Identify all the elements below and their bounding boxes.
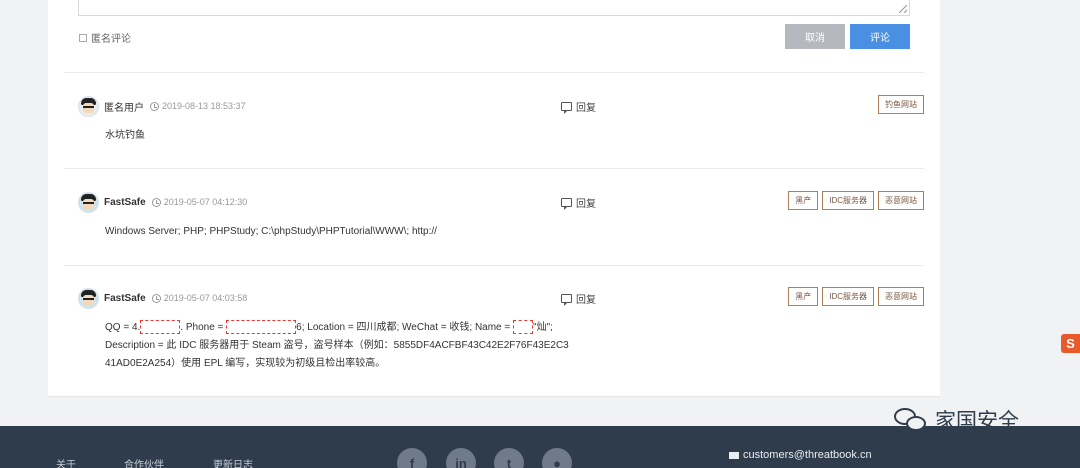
body-text: ; (550, 322, 553, 333)
contact-email[interactable]: customers@threatbook.cn (729, 449, 872, 461)
reply-button[interactable]: 回复 (561, 291, 596, 306)
footer-link-about[interactable]: 关于 (56, 456, 76, 468)
footer-link-changelog[interactable]: 更新日志 (213, 456, 253, 468)
wechat-logo-icon (893, 406, 929, 434)
submit-comment-button[interactable]: 评论 (850, 24, 910, 49)
anonymous-label: 匿名评论 (91, 34, 131, 45)
body-text: 41AD0E2A254）使用 EPL 编写，实现较为初级且检出率较高。 (105, 358, 386, 369)
linkedin-icon[interactable]: in (446, 448, 476, 468)
tag-list: 黑产 IDC服务器 恶意网站 (788, 287, 924, 306)
comment-user: 匿名用户 (104, 102, 144, 114)
divider (64, 265, 924, 266)
redaction-box (226, 320, 297, 335)
body-text: QQ = 4. (105, 322, 141, 333)
divider (64, 168, 924, 169)
footer-link-partners[interactable]: 合作伙伴 (124, 456, 164, 468)
body-text: "灿" (533, 322, 551, 333)
clock-icon (150, 101, 159, 111)
divider (64, 72, 924, 73)
reply-button[interactable]: 回复 (561, 99, 596, 114)
facebook-icon[interactable]: f (397, 448, 427, 468)
wechat-icon[interactable]: ● (542, 448, 572, 468)
watermark-text: 家国安全 (935, 409, 1019, 433)
reply-button[interactable]: 回复 (561, 195, 596, 210)
comment-item: 匿名用户 2019-08-13 18:53:37 回复 钓鱼网站 水坑钓鱼 (78, 95, 924, 145)
tag-list: 钓鱼网站 (878, 95, 924, 114)
avatar (78, 287, 99, 309)
comment-textarea[interactable] (78, 0, 910, 16)
comment-body: Windows Server; PHP; PHPStudy; C:\phpStu… (105, 226, 437, 237)
comment-user: FastSafe (104, 292, 146, 304)
comment-body: 水坑钓鱼 (105, 130, 145, 141)
comment-item: FastSafe 2019-05-07 04:03:58 回复 黑产 IDC服务… (78, 287, 924, 373)
watermark: 家国安全 (893, 405, 1019, 435)
mail-icon (729, 451, 739, 459)
comment-item: FastSafe 2019-05-07 04:12:30 回复 黑产 IDC服务… (78, 191, 924, 241)
tag[interactable]: 黑产 (788, 191, 819, 210)
anonymous-option[interactable]: 匿名评论 (79, 30, 131, 45)
tag[interactable]: 钓鱼网站 (878, 95, 924, 114)
resize-grip-icon[interactable] (899, 5, 907, 13)
clock-icon (151, 197, 161, 207)
comments-card: 匿名评论 取消 评论 匿名用户 2019-08-13 18:53:37 回复 钓… (48, 0, 940, 397)
tag[interactable]: 黑产 (788, 287, 819, 306)
tag[interactable]: IDC服务器 (822, 191, 874, 210)
cancel-button[interactable]: 取消 (785, 24, 845, 49)
reply-icon (561, 294, 572, 306)
comment-body: QQ = 4. . Phone = 6; Location = 四川成都; WeC… (105, 319, 924, 373)
clock-icon (151, 293, 161, 303)
reply-icon (561, 102, 572, 114)
avatar (78, 191, 99, 213)
twitter-icon[interactable]: t (494, 448, 524, 468)
comment-time: 2019-05-07 04:12:30 (151, 197, 247, 207)
comment-time: 2019-08-13 18:53:37 (150, 101, 246, 111)
body-text: Description = 此 IDC 服务器用于 Steam 盗号，盗号样本（… (105, 340, 569, 351)
avatar (78, 95, 99, 117)
reply-icon (561, 198, 572, 210)
tag[interactable]: 恶意网站 (878, 191, 924, 210)
redaction-box (513, 320, 534, 335)
comment-time: 2019-05-07 04:03:58 (151, 293, 247, 303)
anonymous-checkbox[interactable] (79, 33, 87, 42)
tag[interactable]: IDC服务器 (822, 287, 874, 306)
comment-user: FastSafe (104, 196, 146, 208)
redaction-box (140, 320, 181, 335)
sogou-s-icon[interactable]: S (1061, 334, 1080, 353)
tag[interactable]: 恶意网站 (878, 287, 924, 306)
tag-list: 黑产 IDC服务器 恶意网站 (788, 191, 924, 210)
body-text: . Phone = (180, 322, 227, 333)
body-text: 6; Location = 四川成都; WeChat = 收钱; Name = (296, 322, 514, 333)
